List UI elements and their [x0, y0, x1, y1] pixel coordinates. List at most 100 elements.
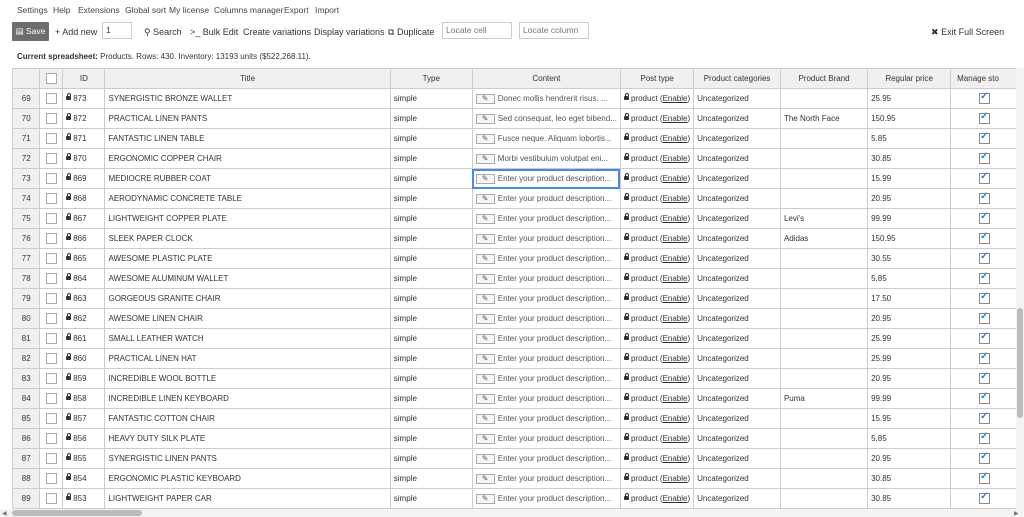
row-select-checkbox[interactable]	[45, 493, 57, 504]
row-select-checkbox[interactable]	[45, 353, 57, 364]
title-cell[interactable]: AWESOME PLASTIC PLATE	[104, 248, 391, 269]
edit-content-icon[interactable]	[475, 473, 495, 484]
duplicate-button[interactable]: ⧉ Duplicate	[388, 24, 434, 40]
price-cell[interactable]: 20.95	[867, 308, 952, 329]
title-cell[interactable]: SYNERGISTIC BRONZE WALLET	[104, 88, 391, 109]
row-number[interactable]: 69	[13, 88, 41, 109]
row-select-checkbox[interactable]	[45, 133, 57, 144]
row-select-cell[interactable]	[39, 488, 64, 509]
row-number[interactable]: 88	[13, 468, 41, 489]
post-type-cell[interactable]: product (Enable)	[620, 168, 695, 189]
post-type-cell[interactable]: product (Enable)	[620, 88, 695, 109]
category-cell[interactable]: Uncategorized	[693, 268, 781, 289]
type-cell[interactable]: simple	[390, 88, 473, 109]
title-cell[interactable]: AWESOME LINEN CHAIR	[104, 308, 391, 329]
post-type-cell[interactable]: product (Enable)	[620, 428, 695, 449]
price-cell[interactable]: 20.95	[867, 188, 952, 209]
row-select-cell[interactable]	[39, 208, 64, 229]
vertical-scrollbar[interactable]	[1016, 68, 1024, 509]
type-cell[interactable]: simple	[390, 428, 473, 449]
title-cell[interactable]: FANTASTIC COTTON CHAIR	[104, 408, 391, 429]
type-cell[interactable]: simple	[390, 268, 473, 289]
manage-stock-checkbox[interactable]	[979, 471, 991, 484]
type-cell[interactable]: simple	[390, 248, 473, 269]
row-select-cell[interactable]	[39, 388, 64, 409]
row-select-checkbox[interactable]	[45, 153, 57, 164]
post-type-cell[interactable]: product (Enable)	[620, 368, 695, 389]
menu-global-sort[interactable]: Global sort	[125, 5, 166, 15]
enable-link[interactable]: Enable	[663, 314, 688, 323]
row-number[interactable]: 82	[13, 348, 41, 369]
content-cell[interactable]: Enter your product description...	[472, 468, 621, 489]
row-number[interactable]: 76	[13, 228, 41, 249]
content-cell[interactable]: Sed consequat, leo eget bibend...	[472, 108, 621, 129]
price-cell[interactable]: 5.85	[867, 268, 952, 289]
row-select-checkbox[interactable]	[45, 433, 57, 444]
manage-stock-cell[interactable]	[950, 468, 1019, 489]
select-all-checkbox[interactable]	[45, 73, 57, 84]
id-cell[interactable]: 864	[62, 268, 106, 289]
row-number[interactable]: 80	[13, 308, 41, 329]
column-header-regular-price[interactable]: Regular price	[867, 68, 952, 89]
row-number[interactable]: 77	[13, 248, 41, 269]
brand-cell[interactable]: Adidas	[780, 228, 869, 249]
category-cell[interactable]: Uncategorized	[693, 428, 781, 449]
manage-stock-checkbox[interactable]	[979, 491, 991, 504]
row-select-cell[interactable]	[39, 328, 64, 349]
edit-content-icon[interactable]	[475, 253, 495, 264]
id-cell[interactable]: 854	[62, 468, 106, 489]
manage-stock-cell[interactable]	[950, 328, 1019, 349]
manage-stock-checkbox[interactable]	[979, 111, 991, 124]
row-select-cell[interactable]	[39, 268, 64, 289]
row-select-checkbox[interactable]	[45, 393, 57, 404]
column-header-title[interactable]: Title	[104, 68, 391, 89]
enable-link[interactable]: Enable	[663, 294, 688, 303]
edit-content-icon[interactable]	[475, 413, 495, 424]
column-header-product-brand[interactable]: Product Brand	[780, 68, 869, 89]
post-type-cell[interactable]: product (Enable)	[620, 188, 695, 209]
category-cell[interactable]: Uncategorized	[693, 108, 781, 129]
post-type-cell[interactable]: product (Enable)	[620, 228, 695, 249]
menu-help[interactable]: Help	[53, 5, 70, 15]
price-cell[interactable]: 150.95	[867, 108, 952, 129]
title-cell[interactable]: SYNERGISTIC LINEN PANTS	[104, 448, 391, 469]
post-type-cell[interactable]: product (Enable)	[620, 328, 695, 349]
row-select-checkbox[interactable]	[45, 333, 57, 344]
brand-cell[interactable]	[780, 428, 869, 449]
edit-content-icon[interactable]	[475, 493, 495, 504]
manage-stock-cell[interactable]	[950, 248, 1019, 269]
row-number[interactable]: 79	[13, 288, 41, 309]
edit-content-icon[interactable]	[475, 113, 495, 124]
manage-stock-cell[interactable]	[950, 228, 1019, 249]
id-cell[interactable]: 871	[62, 128, 106, 149]
enable-link[interactable]: Enable	[663, 214, 688, 223]
post-type-cell[interactable]: product (Enable)	[620, 348, 695, 369]
brand-cell[interactable]	[780, 368, 869, 389]
brand-cell[interactable]	[780, 468, 869, 489]
content-cell[interactable]: Enter your product description...	[472, 228, 621, 249]
brand-cell[interactable]	[780, 248, 869, 269]
edit-content-icon[interactable]	[475, 433, 495, 444]
title-cell[interactable]: INCREDIBLE LINEN KEYBOARD	[104, 388, 391, 409]
price-cell[interactable]: 30.85	[867, 488, 952, 509]
enable-link[interactable]: Enable	[663, 354, 688, 363]
enable-link[interactable]: Enable	[663, 154, 688, 163]
type-cell[interactable]: simple	[390, 148, 473, 169]
add-count-input[interactable]	[102, 22, 132, 39]
manage-stock-cell[interactable]	[950, 148, 1019, 169]
content-cell[interactable]: Enter your product description...	[472, 348, 621, 369]
title-cell[interactable]: GORGEOUS GRANITE CHAIR	[104, 288, 391, 309]
row-select-checkbox[interactable]	[45, 373, 57, 384]
enable-link[interactable]: Enable	[663, 494, 688, 503]
price-cell[interactable]: 17.50	[867, 288, 952, 309]
price-cell[interactable]: 150.95	[867, 228, 952, 249]
price-cell[interactable]: 20.95	[867, 448, 952, 469]
post-type-cell[interactable]: product (Enable)	[620, 388, 695, 409]
content-cell[interactable]: Fusce neque. Aliquam lobortis...	[472, 128, 621, 149]
enable-link[interactable]: Enable	[663, 274, 688, 283]
price-cell[interactable]: 5.85	[867, 428, 952, 449]
manage-stock-checkbox[interactable]	[979, 391, 991, 404]
title-cell[interactable]: FANTASTIC LINEN TABLE	[104, 128, 391, 149]
id-cell[interactable]: 866	[62, 228, 106, 249]
price-cell[interactable]: 99.99	[867, 208, 952, 229]
